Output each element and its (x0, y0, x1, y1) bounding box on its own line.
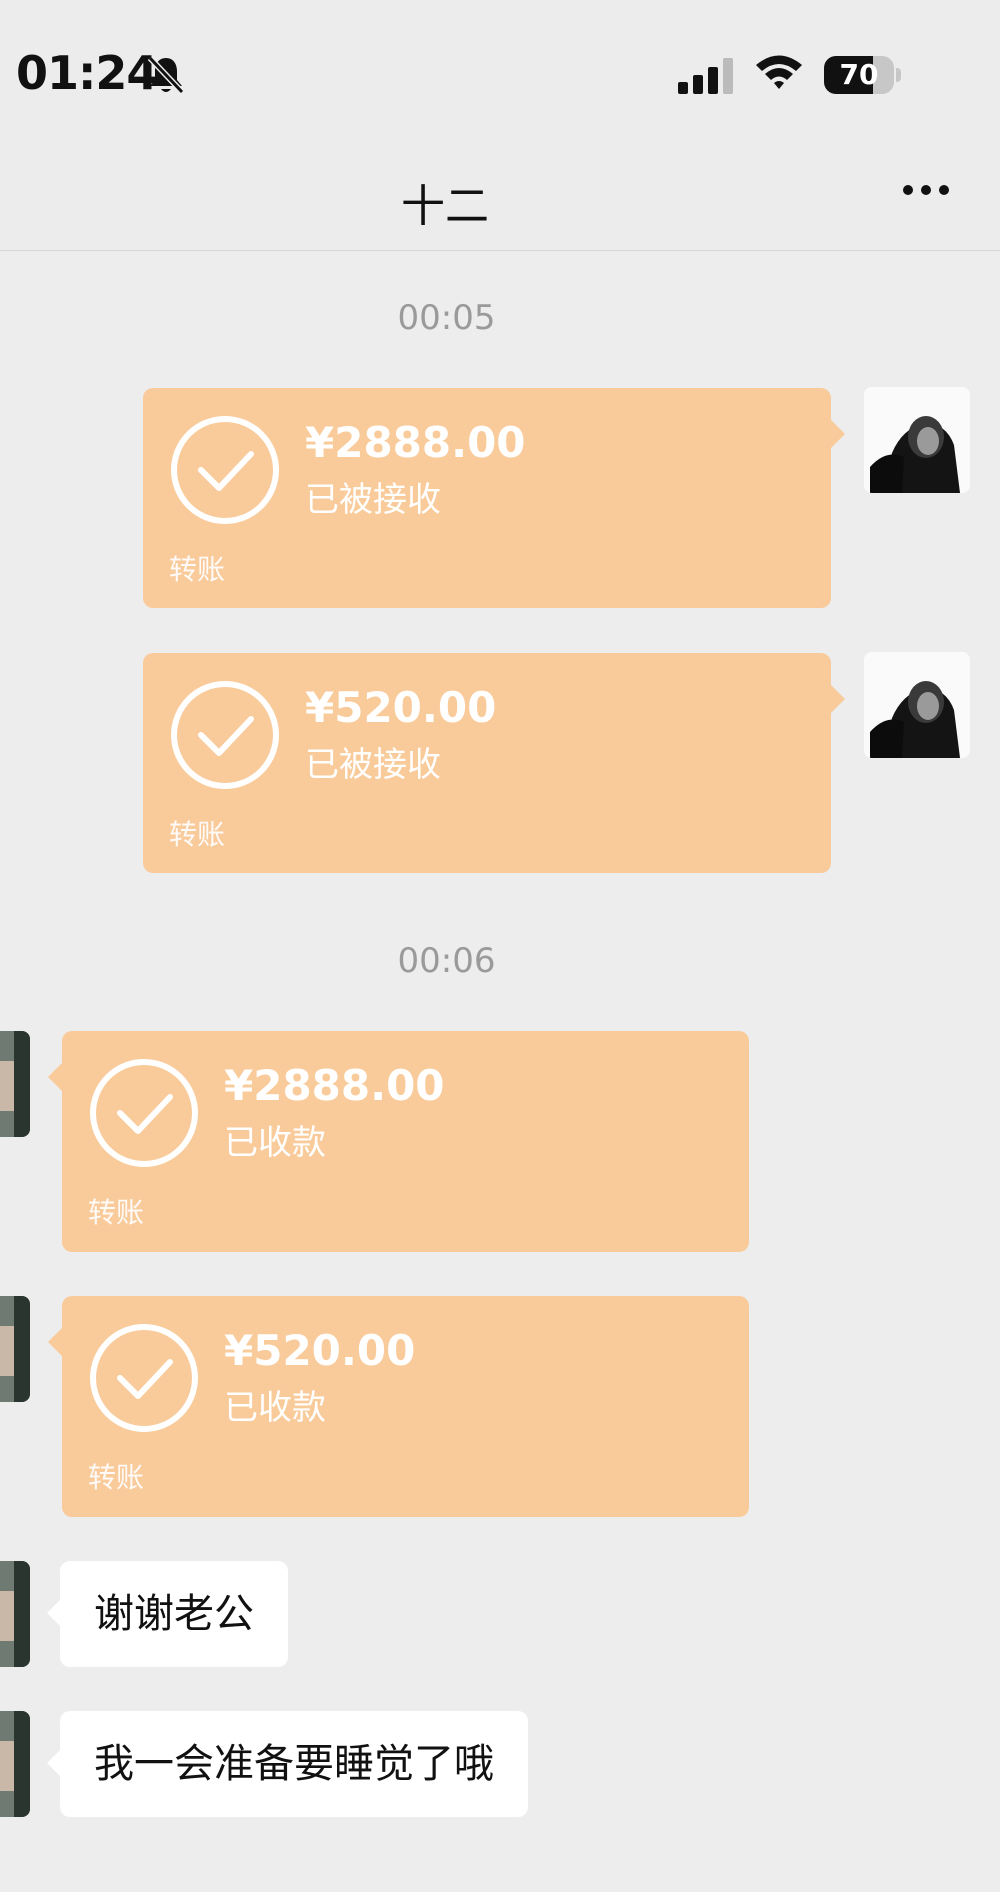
transfer-card-received[interactable]: ¥2888.00 已收款 转账 (48, 1031, 749, 1252)
chat-title: 十二 (401, 181, 489, 232)
avatar[interactable] (0, 1711, 30, 1817)
message-text: 我一会准备要睡觉了哦 (94, 1741, 494, 1787)
avatar[interactable] (864, 387, 970, 493)
avatar[interactable] (0, 1296, 30, 1402)
more-icon[interactable] (900, 180, 952, 200)
transfer-label: 转账 (169, 553, 226, 586)
transfer-card-sent[interactable]: ¥520.00 已被接收 转账 (143, 653, 845, 873)
bell-slash-icon (147, 55, 185, 95)
wifi-icon (756, 55, 802, 89)
avatar[interactable] (0, 1031, 30, 1137)
avatar-image (864, 652, 970, 758)
message-bubble[interactable]: 我一会准备要睡觉了哦 (47, 1711, 528, 1817)
transfer-amount: ¥520.00 (305, 683, 497, 732)
signal-icon (678, 58, 733, 94)
checkmark-circle-icon (171, 681, 279, 789)
avatar-image (0, 1031, 30, 1137)
avatar[interactable] (864, 652, 970, 758)
timestamp: 00:05 (397, 298, 496, 338)
transfer-status: 已被接收 (305, 480, 441, 520)
transfer-label: 转账 (88, 1196, 145, 1229)
message-text: 谢谢老公 (94, 1591, 254, 1637)
status-bar: 01:24 70 (0, 0, 1000, 140)
avatar[interactable] (0, 1561, 30, 1667)
checkmark-circle-icon (90, 1059, 198, 1167)
transfer-status: 已收款 (224, 1388, 326, 1428)
transfer-amount: ¥2888.00 (305, 418, 526, 467)
transfer-card-sent[interactable]: ¥2888.00 已被接收 转账 (143, 388, 845, 608)
transfer-card-received[interactable]: ¥520.00 已收款 转账 (48, 1296, 749, 1517)
avatar-image (864, 387, 970, 493)
status-time: 01:24 (16, 46, 158, 100)
transfer-status: 已被接收 (305, 745, 441, 785)
avatar-image (0, 1561, 30, 1667)
transfer-amount: ¥2888.00 (224, 1061, 445, 1110)
message-bubble[interactable]: 谢谢老公 (47, 1561, 288, 1667)
battery-level: 70 (839, 58, 879, 91)
transfer-label: 转账 (88, 1461, 145, 1494)
transfer-label: 转账 (169, 818, 226, 851)
battery-icon: 70 (824, 56, 902, 94)
nav-bar: 十二 (0, 140, 1000, 251)
checkmark-circle-icon (171, 416, 279, 524)
avatar-image (0, 1296, 30, 1402)
transfer-status: 已收款 (224, 1123, 326, 1163)
timestamp: 00:06 (397, 941, 496, 981)
avatar-image (0, 1711, 30, 1817)
checkmark-circle-icon (90, 1324, 198, 1432)
transfer-amount: ¥520.00 (224, 1326, 416, 1375)
